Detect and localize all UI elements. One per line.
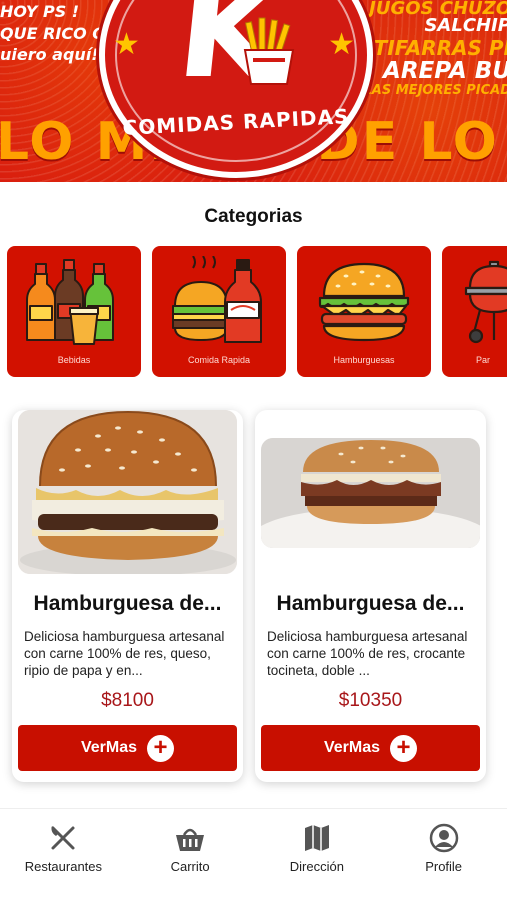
product-price: $8100 — [101, 690, 154, 711]
product-price: $10350 — [338, 690, 403, 711]
promo-banner: HOY PS ! QUE RICO OME!! uiero aquí! JUGO… — [0, 0, 507, 182]
banner-promo-text: LAS MEJORES PICAD — [363, 83, 507, 98]
plus-icon: + — [147, 734, 175, 762]
category-label: Comida Rapida — [187, 355, 251, 365]
bottom-navigation: Restaurantes Carrito Dirección Profile — [0, 808, 507, 900]
product-name: Hamburguesa de... — [33, 592, 222, 615]
category-label: Bebidas — [57, 355, 91, 365]
banner-promo-text: uiero aquí! — [0, 45, 99, 64]
banner-promo-text: AREPA BU — [383, 58, 507, 84]
ver-mas-label: VerMas — [80, 739, 138, 756]
category-card-comida-rapida[interactable]: Comida Rapida — [152, 246, 286, 377]
ver-mas-label: VerMas — [323, 739, 381, 756]
category-label: Par — [476, 355, 491, 365]
categories-title: Categorias — [204, 206, 303, 227]
profile-icon — [429, 823, 458, 853]
nav-item-restaurantes[interactable]: Restaurantes — [0, 809, 127, 900]
nav-label: Carrito — [170, 859, 210, 874]
banner-promo-text: HOY PS ! — [0, 2, 80, 21]
category-card-bebidas[interactable]: Bebidas — [7, 246, 141, 377]
burger-icon — [318, 262, 410, 342]
product-description: Deliciosa hamburguesa artesanal con carn… — [267, 629, 468, 678]
fries-icon — [243, 17, 295, 85]
nav-label: Profile — [425, 859, 463, 874]
category-card-hamburguesas[interactable]: Hamburguesas — [297, 246, 431, 377]
nav-item-direccion[interactable]: Dirección — [254, 809, 381, 900]
category-label: Hamburguesas — [333, 355, 395, 365]
product-image — [261, 438, 480, 548]
grill-icon — [464, 260, 507, 344]
basket-icon — [176, 828, 205, 851]
product-description: Deliciosa hamburguesa artesanal con carn… — [24, 629, 225, 678]
banner-promo-text: SALCHIP — [424, 15, 507, 36]
nav-label: Dirección — [289, 859, 344, 874]
fork-knife-icon — [51, 826, 75, 850]
nav-item-carrito[interactable]: Carrito — [127, 809, 254, 900]
product-card[interactable]: Hamburguesa de... Deliciosa hamburguesa … — [12, 410, 243, 782]
star-icon: ★ — [328, 28, 355, 61]
categories-carousel[interactable]: Bebidas Comida Rapida Hamburguesas Par — [7, 246, 507, 377]
ver-mas-button[interactable]: VerMas + — [18, 725, 237, 771]
nav-label: Restaurantes — [24, 859, 103, 874]
product-card[interactable]: Hamburguesa de... Deliciosa hamburguesa … — [255, 410, 486, 782]
product-image — [18, 410, 237, 574]
burger-soda-icon — [172, 256, 262, 343]
map-icon — [304, 825, 329, 851]
product-name: Hamburguesa de... — [276, 592, 465, 615]
star-icon: ★ — [113, 28, 140, 61]
nav-item-profile[interactable]: Profile — [380, 809, 507, 900]
plus-icon: + — [390, 734, 418, 762]
burger-photo — [18, 410, 237, 574]
category-card-parrilla[interactable]: Par — [442, 246, 507, 377]
burger-photo — [261, 438, 480, 548]
ver-mas-button[interactable]: VerMas + — [261, 725, 480, 771]
bottles-icon — [26, 259, 114, 345]
